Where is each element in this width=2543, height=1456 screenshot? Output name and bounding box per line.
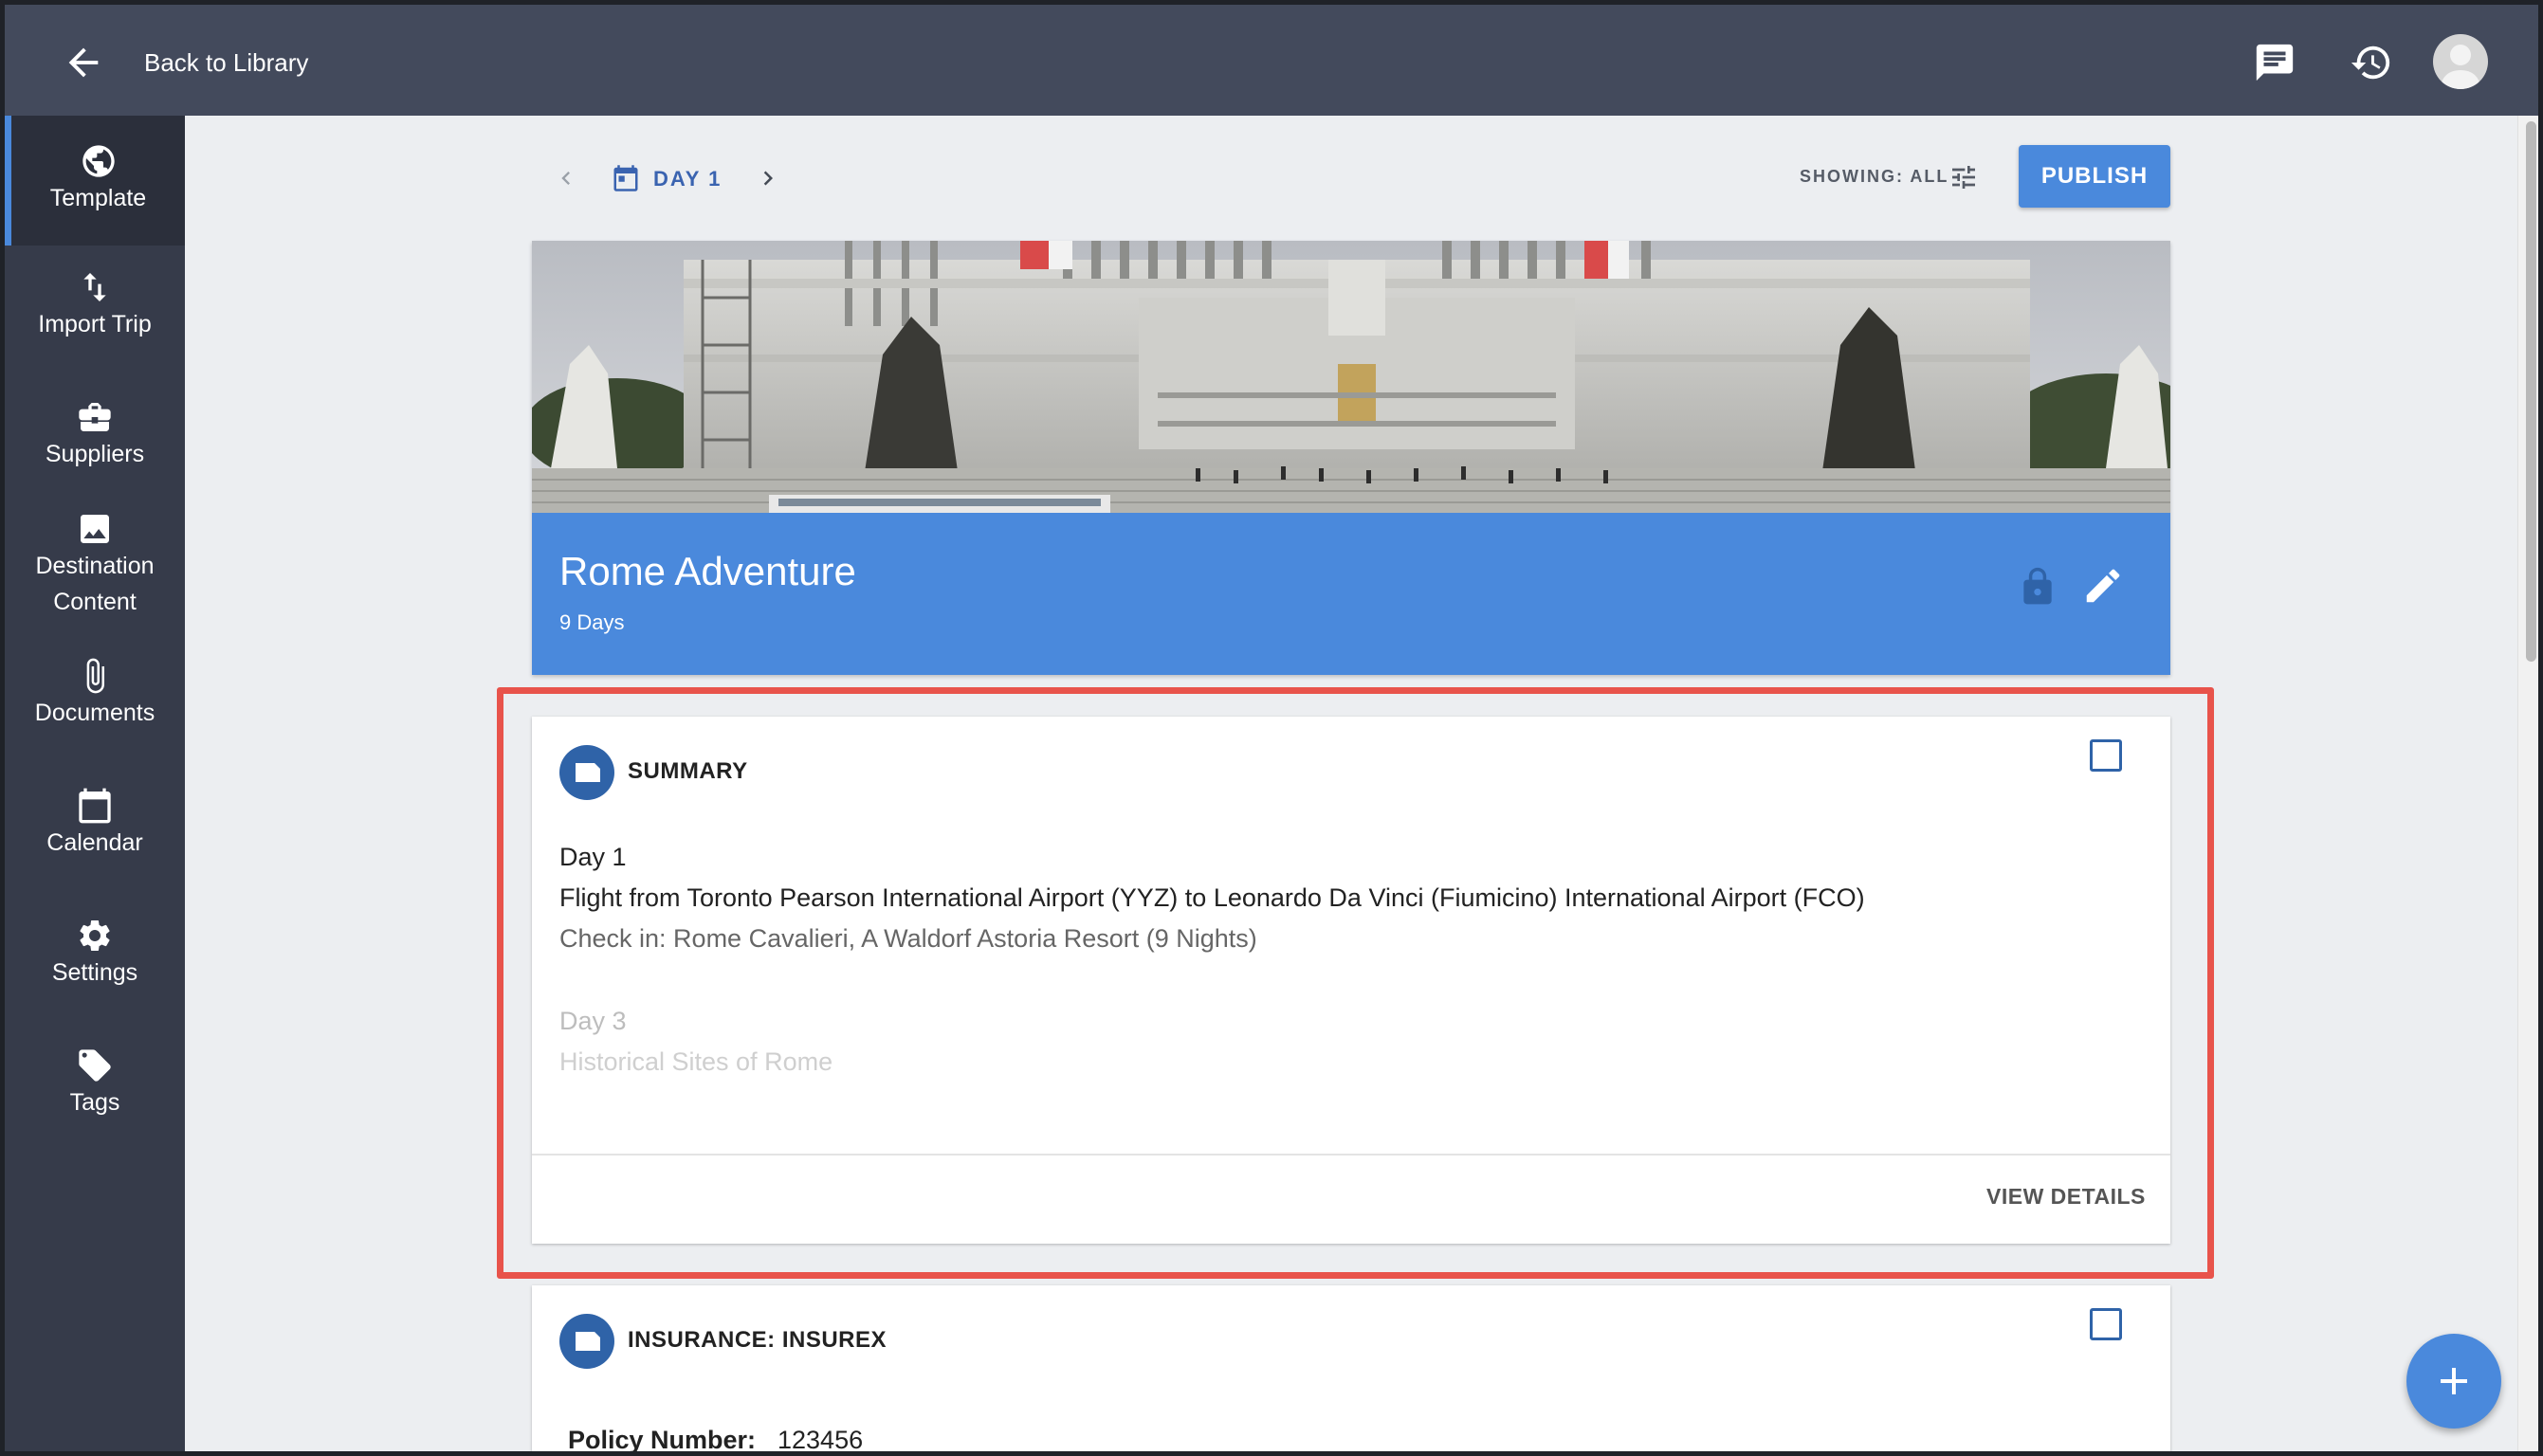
- sidebar-item-label: Content: [53, 589, 137, 615]
- globe-icon: [82, 145, 115, 177]
- back-to-library-link[interactable]: Back to Library: [144, 46, 308, 79]
- user-silhouette-icon: [2441, 45, 2480, 89]
- sidebar-item-label: Tags: [69, 1089, 120, 1116]
- highlight-outline: [497, 687, 2214, 1279]
- edit-pencil-icon[interactable]: [2081, 564, 2125, 608]
- gear-icon: [80, 920, 110, 951]
- insurance-card-title: INSURANCE: INSUREX: [628, 1327, 887, 1353]
- trip-hero-card: Rome Adventure 9 Days: [532, 241, 2170, 675]
- sidebar-item-calendar[interactable]: Calendar: [5, 787, 185, 917]
- tag-icon: [79, 1049, 111, 1082]
- sidebar-item-label: Documents: [34, 700, 156, 726]
- paperclip-icon: [86, 658, 104, 694]
- sidebar-item-suppliers[interactable]: Suppliers: [5, 375, 185, 505]
- folder-icon: [576, 1332, 600, 1351]
- sidebar-item-import-trip[interactable]: Import Trip: [5, 246, 185, 375]
- chevron-right-icon[interactable]: [754, 163, 782, 193]
- scrollbar-thumb[interactable]: [2526, 121, 2536, 662]
- sidebar-item-label: Template: [49, 185, 147, 211]
- sidebar-item-template[interactable]: Template: [5, 116, 185, 246]
- add-item-button[interactable]: [2406, 1334, 2501, 1429]
- sidebar-item-destination-content[interactable]: Destination Content: [5, 505, 185, 657]
- avatar[interactable]: [2433, 34, 2488, 89]
- plus-icon: [2441, 1368, 2467, 1394]
- app-frame: Back to Library Template Import Trip Sup…: [0, 0, 2543, 1456]
- policy-number-label: Policy Number:: [568, 1426, 757, 1454]
- publish-button[interactable]: PUBLISH: [2019, 145, 2170, 208]
- chat-icon[interactable]: [2253, 41, 2296, 84]
- calendar-icon: [79, 788, 111, 824]
- calendar-small-icon: [613, 165, 638, 191]
- top-bar: Back to Library: [5, 5, 2538, 116]
- sidebar-item-label: Import Trip: [38, 311, 152, 337]
- back-arrow-icon[interactable]: [60, 41, 107, 84]
- sidebar-item-label: Destination: [35, 553, 155, 579]
- briefcase-icon: [79, 403, 111, 431]
- insurance-select-checkbox[interactable]: [2090, 1308, 2122, 1340]
- lock-icon[interactable]: [2017, 566, 2058, 608]
- filter-sliders-icon[interactable]: [1948, 162, 1979, 192]
- sidebar-item-label: Calendar: [46, 829, 143, 856]
- monument-photo: [532, 241, 2170, 513]
- chevron-left-icon[interactable]: [553, 163, 579, 193]
- sidebar-item-documents[interactable]: Documents: [5, 657, 185, 787]
- showing-filter-label[interactable]: SHOWING: ALL: [1800, 167, 1948, 187]
- trip-header-band: Rome Adventure 9 Days: [532, 513, 2170, 675]
- trip-duration: 9 Days: [559, 610, 625, 634]
- sidebar-item-label: Settings: [51, 959, 138, 986]
- card-type-icon: [559, 1314, 614, 1369]
- insurance-card: INSURANCE: INSUREX Policy Number: 123456: [532, 1285, 2170, 1454]
- trip-cover-photo: [532, 241, 2170, 513]
- main-scrollbar[interactable]: [2517, 116, 2538, 1451]
- sidebar-item-settings[interactable]: Settings: [5, 917, 185, 1046]
- day-selector[interactable]: DAY 1: [653, 167, 722, 191]
- history-icon[interactable]: [2350, 41, 2393, 84]
- image-icon: [81, 515, 109, 543]
- sidebar-item-label: Suppliers: [45, 441, 145, 467]
- policy-number-value: 123456: [778, 1426, 864, 1454]
- sidebar-item-tags[interactable]: Tags: [5, 1046, 185, 1176]
- trip-title: Rome Adventure: [559, 549, 856, 593]
- import-arrows-icon: [83, 273, 106, 301]
- sidebar: Template Import Trip Suppliers Destinati…: [5, 116, 185, 1451]
